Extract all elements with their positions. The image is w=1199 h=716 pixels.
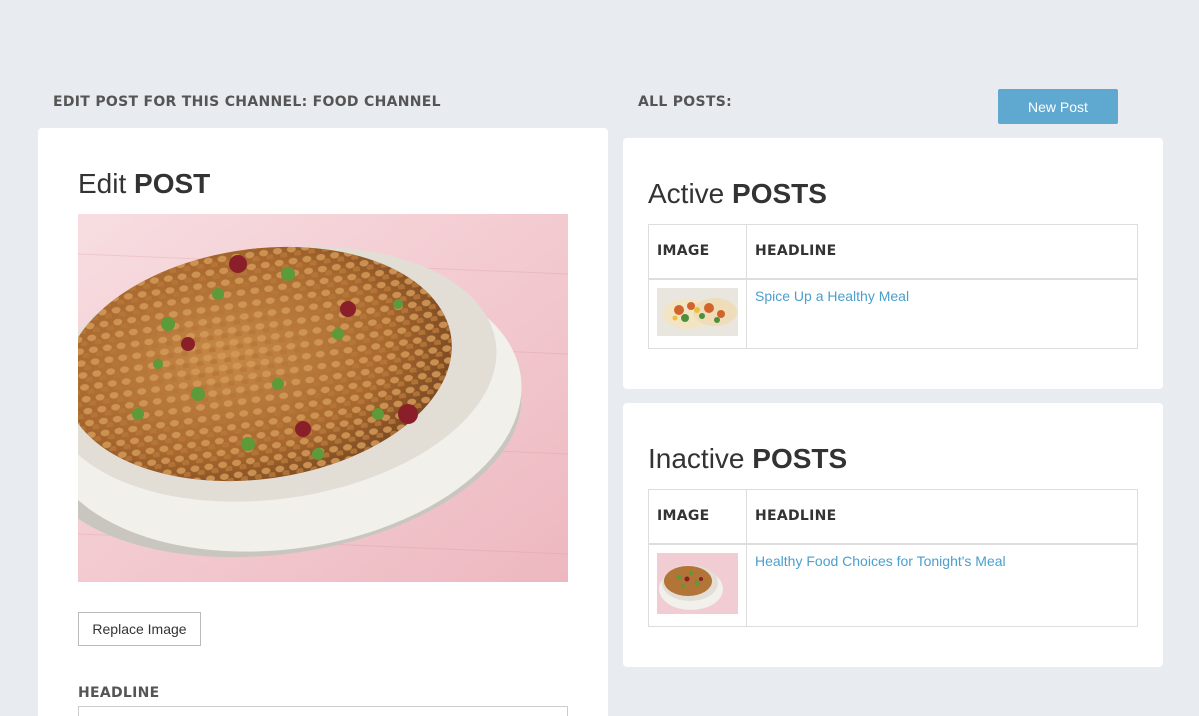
post-headline-link[interactable]: Spice Up a Healthy Meal — [755, 288, 909, 304]
post-image — [78, 214, 568, 582]
table-header-row: IMAGE HEADLINE — [648, 224, 1138, 280]
inactive-posts-table: IMAGE HEADLINE Healthy Food Choices for … — [648, 489, 1138, 627]
active-title-light: Active — [648, 178, 725, 209]
edit-post-title: Edit POST — [78, 168, 210, 200]
active-title-strong: POSTS — [732, 178, 827, 209]
thumbnail-cell — [648, 278, 747, 349]
replace-image-button[interactable]: Replace Image — [78, 612, 201, 646]
edit-post-section-label: EDIT POST FOR THIS CHANNEL: FOOD CHANNEL — [53, 94, 441, 110]
table-row[interactable]: Spice Up a Healthy Meal — [648, 278, 1138, 349]
inactive-posts-title: Inactive POSTS — [648, 443, 847, 475]
thumbnail-cell — [648, 543, 747, 627]
headline-column-header: HEADLINE — [746, 489, 1138, 545]
grain-salad-thumbnail[interactable] — [657, 552, 738, 618]
new-post-button[interactable]: New Post — [998, 89, 1118, 124]
headline-input[interactable] — [78, 706, 568, 716]
inactive-title-light: Inactive — [648, 443, 745, 474]
edit-post-card: Edit POST Replace Image HEADLINE — [38, 128, 608, 716]
active-posts-title: Active POSTS — [648, 178, 827, 210]
active-posts-card: Active POSTS IMAGE HEADLINE Spice Up a H… — [623, 138, 1163, 389]
inactive-title-strong: POSTS — [752, 443, 848, 474]
headline-label: HEADLINE — [78, 685, 160, 701]
active-posts-table: IMAGE HEADLINE Spice Up a Healthy Meal — [648, 224, 1138, 349]
headline-column-header: HEADLINE — [746, 224, 1138, 280]
post-headline-link[interactable]: Healthy Food Choices for Tonight's Meal — [755, 553, 1006, 569]
edit-title-strong: POST — [134, 168, 211, 199]
table-header-row: IMAGE HEADLINE — [648, 489, 1138, 545]
image-column-header: IMAGE — [648, 224, 747, 280]
table-row[interactable]: Healthy Food Choices for Tonight's Meal — [648, 543, 1138, 627]
image-column-header: IMAGE — [648, 489, 747, 545]
edit-title-light: Edit — [78, 168, 127, 199]
headline-cell: Spice Up a Healthy Meal — [746, 278, 1138, 349]
inactive-posts-card: Inactive POSTS IMAGE HEADLINE Healthy Fo… — [623, 403, 1163, 667]
tacos-thumbnail[interactable] — [657, 287, 738, 340]
all-posts-section-label: ALL POSTS: — [638, 94, 733, 110]
headline-cell: Healthy Food Choices for Tonight's Meal — [746, 543, 1138, 627]
